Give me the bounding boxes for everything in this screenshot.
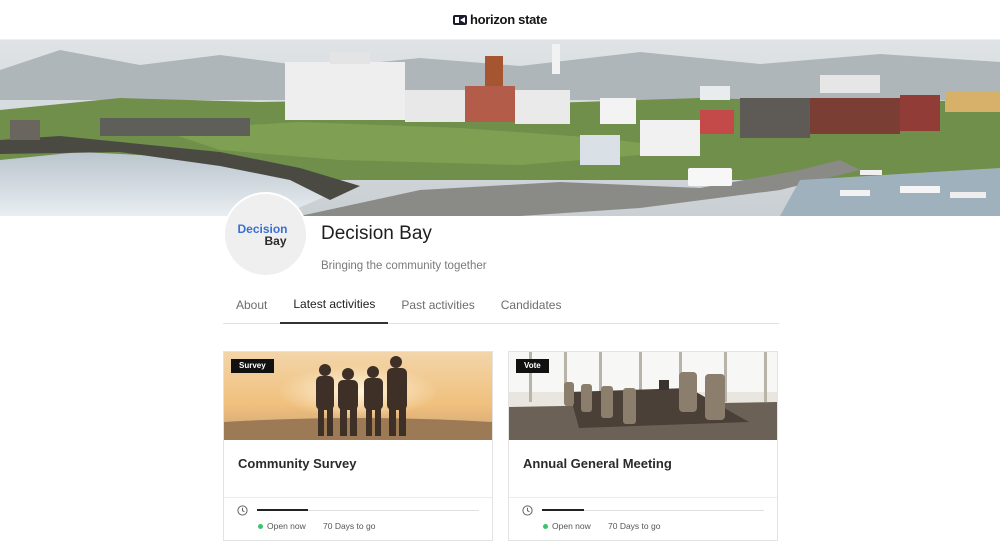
- top-bar: horizon state: [0, 0, 1000, 40]
- organization-avatar: Decision Bay: [223, 192, 308, 277]
- activity-card-survey[interactable]: Survey Community Survey Open now 70 Days…: [223, 351, 493, 541]
- time-progress-bar: [257, 509, 479, 511]
- avatar-text-line2: Bay: [264, 233, 287, 248]
- activity-title[interactable]: Community Survey: [238, 456, 356, 471]
- open-status-dot: [543, 524, 548, 529]
- time-progress-fill: [257, 509, 309, 511]
- avatar-text-line1: Decision: [237, 221, 288, 236]
- clock-icon: [522, 505, 533, 516]
- tab-bar: About Latest activities Past activities …: [223, 286, 779, 324]
- activity-card-vote[interactable]: Vote Annual General Meeting Open now 70 …: [508, 351, 778, 541]
- organization-name: Decision Bay: [321, 223, 432, 244]
- tab-latest-activities[interactable]: Latest activities: [280, 286, 389, 324]
- brand-name: horizon state: [470, 12, 547, 27]
- activity-type-badge: Vote: [516, 359, 549, 373]
- organization-tagline: Bringing the community together: [321, 260, 487, 272]
- friends-sunset-photo: Survey: [224, 352, 492, 440]
- brand-logo-link[interactable]: horizon state: [453, 12, 547, 27]
- horizon-state-logo-icon: [453, 14, 467, 25]
- clock-icon: [237, 505, 248, 516]
- activity-status: Open now: [552, 521, 591, 531]
- time-progress-fill: [542, 509, 585, 511]
- activity-type-badge: Survey: [231, 359, 274, 373]
- days-remaining: 70 Days to go: [608, 521, 661, 531]
- days-remaining: 70 Days to go: [323, 521, 376, 531]
- tab-about[interactable]: About: [223, 286, 280, 324]
- tab-past-activities[interactable]: Past activities: [388, 286, 487, 324]
- hero-banner-image: [0, 40, 1000, 216]
- activity-title[interactable]: Annual General Meeting: [523, 456, 672, 471]
- boardroom-photo: Vote: [509, 352, 777, 440]
- time-progress-bar: [542, 509, 764, 511]
- card-divider: [224, 497, 492, 498]
- card-divider: [509, 497, 777, 498]
- open-status-dot: [258, 524, 263, 529]
- tab-candidates[interactable]: Candidates: [488, 286, 575, 324]
- activity-status: Open now: [267, 521, 306, 531]
